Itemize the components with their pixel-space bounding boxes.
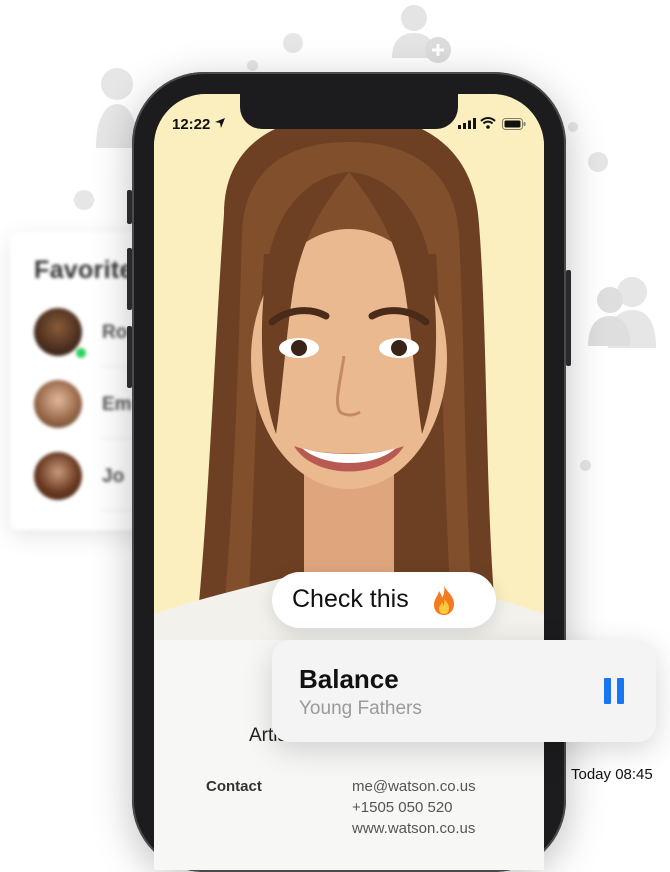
track-artist: Young Fathers [299, 698, 422, 719]
message-timestamp: Today 08:45 [571, 766, 653, 783]
battery-icon [502, 118, 526, 130]
decor-dot [580, 460, 591, 471]
decor-dot [74, 190, 94, 210]
contact-email[interactable]: me@watson.co.us [352, 778, 476, 795]
location-arrow-icon [215, 118, 225, 128]
status-bar-time: 12:22 [172, 116, 211, 133]
contact-label: Contact [206, 778, 262, 795]
contact-phone[interactable]: +1505 050 520 [352, 799, 453, 816]
message-text: Check this [292, 585, 409, 613]
decor-dot [568, 122, 578, 132]
favorites-title: Favorite [34, 256, 134, 284]
phone-volume-up-button [127, 248, 132, 310]
now-playing-card[interactable]: Balance Young Fathers [272, 640, 656, 742]
decor-dot [283, 33, 303, 53]
phone-side-button [127, 190, 132, 224]
decor-dot [588, 152, 608, 172]
phone-notch [240, 94, 458, 129]
avatar [34, 452, 82, 500]
decor-dot [247, 60, 258, 71]
group-users-icon [588, 277, 656, 348]
track-title: Balance [299, 664, 399, 694]
contact-website[interactable]: www.watson.co.us [352, 820, 475, 837]
online-status-dot [74, 346, 88, 360]
wifi-icon [480, 117, 496, 129]
favorite-contact-name: Em [102, 394, 132, 415]
fire-emoji-icon [434, 585, 454, 615]
avatar [34, 380, 82, 428]
phone-volume-down-button [127, 326, 132, 388]
phone-power-button [566, 270, 571, 366]
message-bubble: Check this [272, 572, 496, 628]
pause-icon[interactable] [604, 678, 626, 704]
favorite-contact-name: Ro [102, 322, 128, 343]
cellular-signal-icon [458, 118, 476, 129]
profile-photo [154, 94, 544, 654]
add-user-icon [392, 5, 451, 63]
favorite-contact-name: Jo [102, 466, 125, 487]
